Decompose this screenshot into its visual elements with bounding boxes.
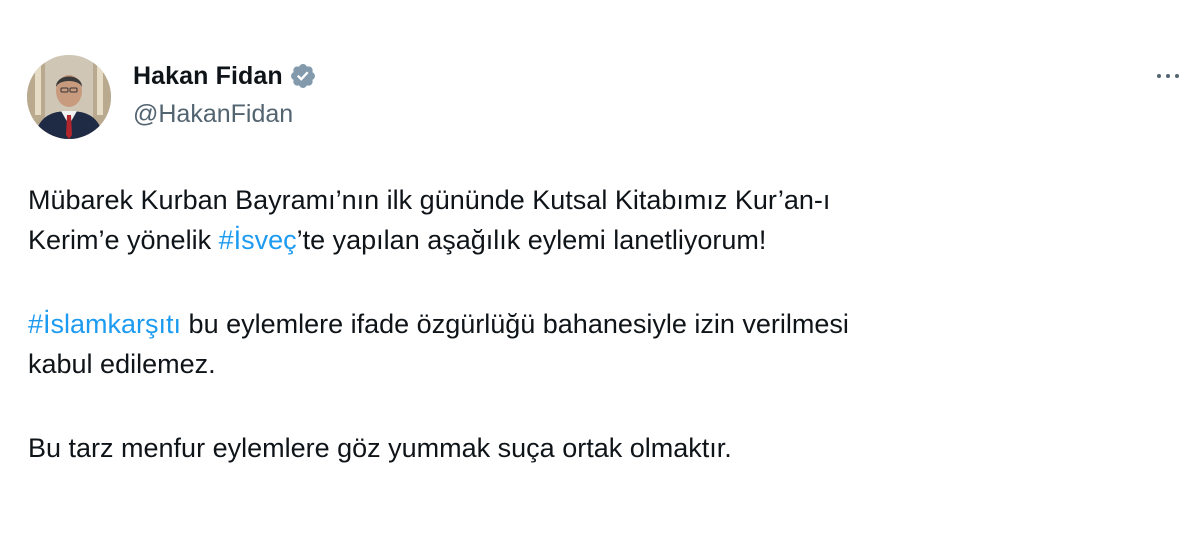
tweet-text-line: kabul edilemez. [28, 349, 216, 379]
more-horizontal-icon [1166, 74, 1170, 78]
author-display-name[interactable]: Hakan Fidan [133, 62, 283, 91]
avatar-image [27, 55, 111, 139]
author-name-row: Hakan Fidan [133, 60, 317, 92]
tweet-text-segment: Kerim’e yönelik [28, 225, 219, 255]
hashtag-link-isvec[interactable]: #İsveç [219, 225, 297, 255]
more-horizontal-icon [1175, 74, 1179, 78]
tweet-text-line: Mübarek Kurban Bayramı’nın ilk gününde K… [28, 185, 831, 215]
tweet-paragraph: #İslamkarşıtı bu eylemlere ifade özgürlü… [28, 304, 1168, 384]
tweet-text-line: Bu tarz menfur eylemlere göz yummak suça… [28, 433, 732, 463]
tweet-text-segment: bu eylemlere ifade özgürlüğü bahanesiyle… [181, 309, 849, 339]
more-options-button[interactable] [1150, 60, 1186, 92]
tweet-card: Hakan Fidan @HakanFidan Mübarek Kurban B… [0, 0, 1200, 549]
tweet-text-segment: ’te yapılan aşağılık eylemi lanetliyorum… [296, 225, 767, 255]
hashtag-link-islamkarsiti[interactable]: #İslamkarşıtı [28, 309, 181, 339]
avatar[interactable] [27, 55, 111, 139]
tweet-text: Mübarek Kurban Bayramı’nın ilk gününde K… [28, 180, 1168, 468]
tweet-paragraph: Bu tarz menfur eylemlere göz yummak suça… [28, 428, 1168, 468]
verified-badge-icon[interactable] [289, 62, 317, 90]
tweet-paragraph: Mübarek Kurban Bayramı’nın ilk gününde K… [28, 180, 1168, 260]
more-horizontal-icon [1157, 74, 1161, 78]
author-handle[interactable]: @HakanFidan [133, 100, 293, 129]
